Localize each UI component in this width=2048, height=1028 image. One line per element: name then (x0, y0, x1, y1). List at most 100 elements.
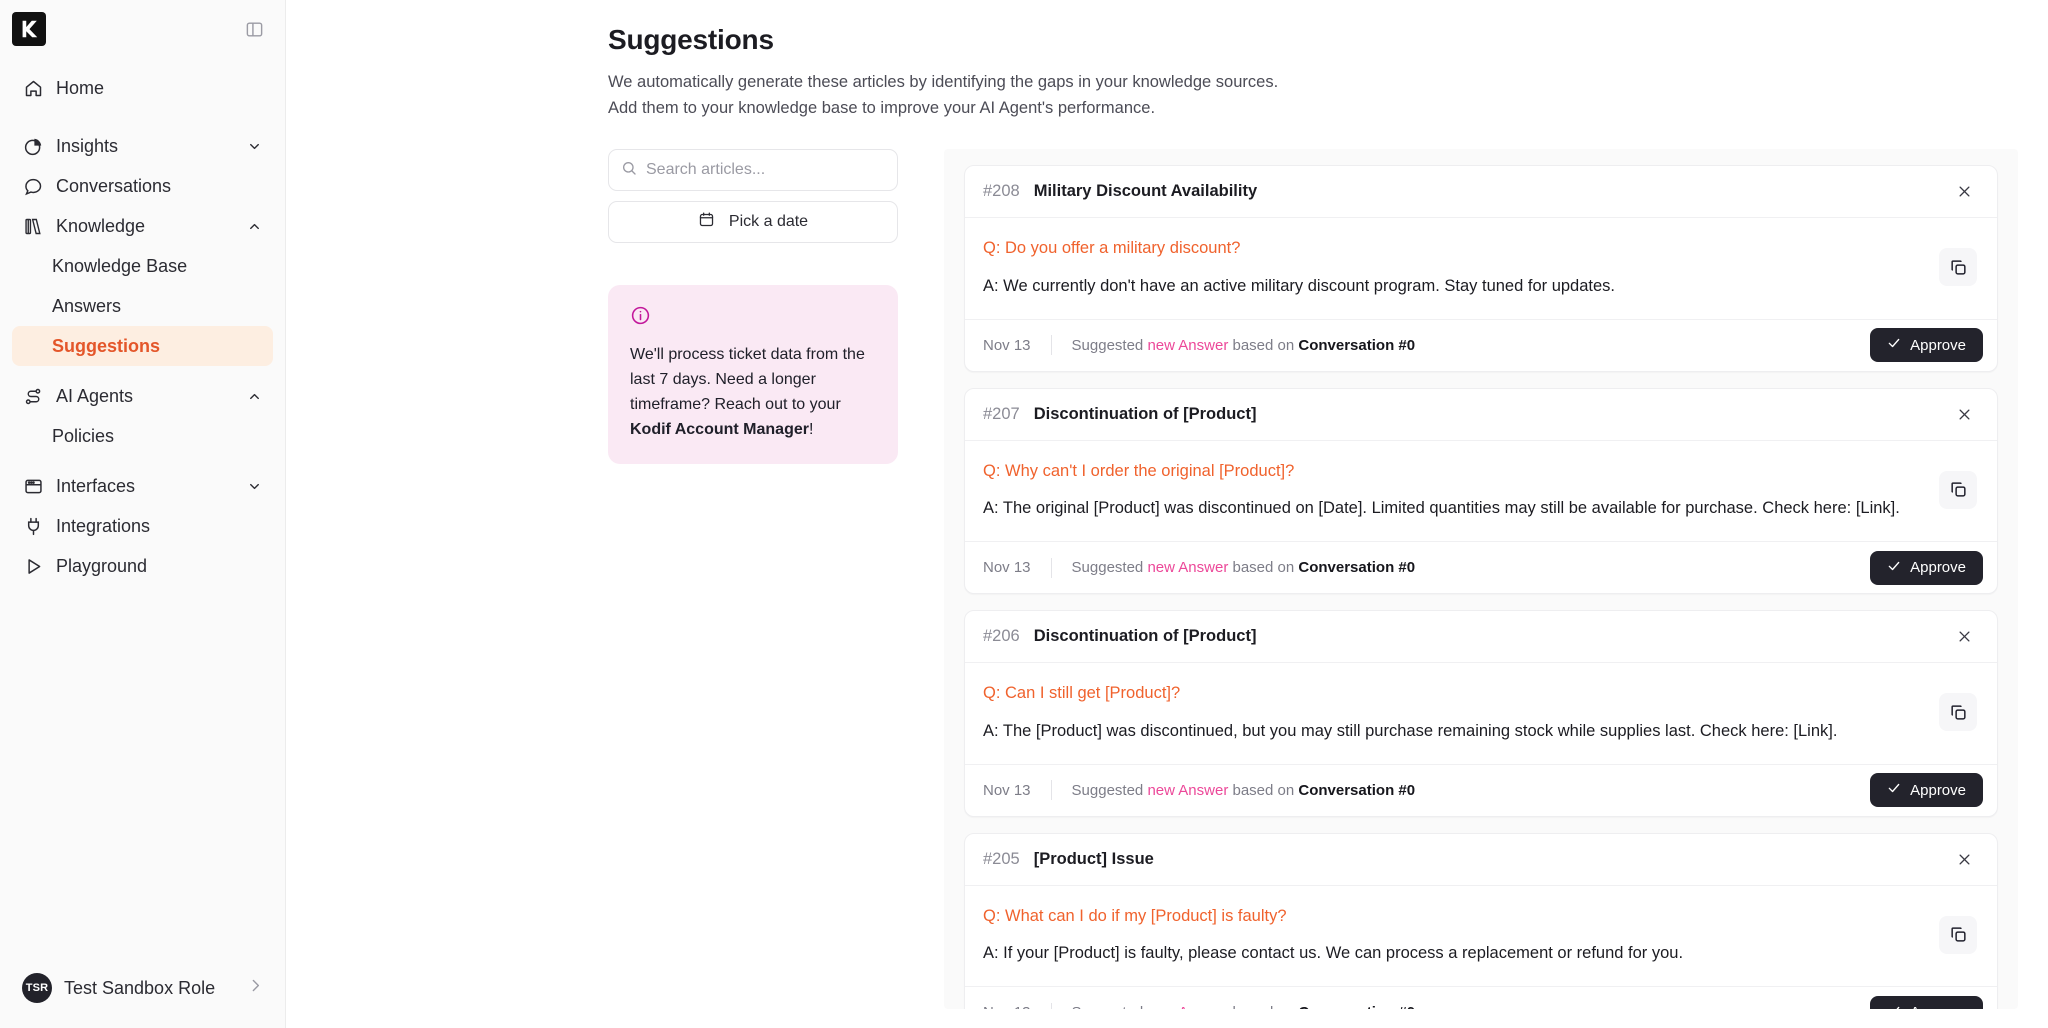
sidebar-item-conversations[interactable]: Conversations (12, 166, 273, 206)
sidebar: Home Insights Conversations Knowledge Kn… (0, 0, 286, 1028)
card-body: Q: What can I do if my [Product] is faul… (965, 886, 1997, 987)
card-date: Nov 13 (983, 1004, 1031, 1009)
check-icon (1887, 781, 1901, 799)
pick-a-date-label: Pick a date (728, 213, 809, 231)
check-icon (1887, 336, 1901, 354)
meta-strong: Conversation #0 (1298, 781, 1416, 799)
sidebar-nav: Home Insights Conversations Knowledge Kn… (0, 58, 285, 1028)
home-icon (22, 77, 44, 99)
sidebar-item-label: Playground (56, 555, 148, 576)
sidebar-subitem-label: Suggestions (52, 335, 161, 356)
card-footer: Nov 13 Suggested new Answer based on Con… (965, 318, 1997, 371)
meta-strong: Conversation #0 (1298, 336, 1416, 354)
sidebar-item-policies[interactable]: Policies (12, 416, 273, 456)
info-circle-icon (630, 305, 876, 331)
card-meta: Suggested new Answer based on Conversati… (1072, 559, 1416, 576)
approve-button[interactable]: Approve (1870, 995, 1983, 1010)
app-root: Home Insights Conversations Knowledge Kn… (0, 0, 2048, 1028)
card-date: Nov 13 (983, 781, 1031, 799)
user-name: Test Sandbox Role (64, 977, 216, 998)
sidebar-item-label: Interfaces (56, 475, 136, 496)
sidebar-item-knowledge-base[interactable]: Knowledge Base (12, 246, 273, 286)
card-body: Q: Why can't I order the original [Produ… (965, 441, 1997, 542)
meta-prefix: Suggested (1071, 336, 1148, 354)
page-title: Suggestions (608, 24, 774, 55)
divider (1050, 557, 1052, 578)
sidebar-item-suggestions[interactable]: Suggestions (12, 326, 273, 366)
close-icon[interactable] (1951, 624, 1977, 650)
suggestion-card: #205 [Product] Issue Q: What can I do if… (964, 832, 1998, 1010)
meta-highlight: new Answer (1147, 1004, 1228, 1009)
info-callout: We'll process ticket data from the last … (608, 285, 898, 465)
meta-prefix: Suggested (1071, 781, 1148, 799)
qa-block: Q: Why can't I order the original [Produ… (983, 459, 1939, 522)
approve-button[interactable]: Approve (1870, 773, 1983, 808)
sidebar-toggle-icon[interactable] (243, 18, 265, 40)
books-icon (22, 215, 44, 237)
card-body: Q: Do you offer a military discount? A: … (965, 218, 1997, 319)
card-title: Discontinuation of [Product] (1033, 404, 1257, 423)
card-title: [Product] Issue (1033, 849, 1154, 868)
avatar: TSR (22, 973, 52, 1003)
chevron-right-icon (247, 977, 264, 999)
approve-button[interactable]: Approve (1870, 328, 1983, 363)
copy-icon[interactable] (1939, 693, 1977, 732)
copy-icon[interactable] (1939, 248, 1977, 287)
chevron-down-icon (245, 137, 263, 155)
search-icon (621, 160, 637, 181)
sidebar-subitem-label: Answers (52, 295, 122, 316)
approve-label: Approve (1910, 781, 1966, 799)
suggestion-card: #206 Discontinuation of [Product] Q: Can… (964, 610, 1998, 817)
sidebar-item-ai-agents[interactable]: AI Agents (12, 376, 273, 416)
meta-highlight: new Answer (1147, 781, 1229, 799)
card-title: Military Discount Availability (1033, 182, 1258, 201)
search-box[interactable] (608, 149, 898, 192)
card-footer: Nov 13 Suggested new Answer based on Con… (965, 763, 1997, 816)
meta-highlight: new Answer (1147, 559, 1229, 577)
qa-block: Q: What can I do if my [Product] is faul… (983, 904, 1939, 967)
page-description: We automatically generate these articles… (608, 73, 1279, 117)
sidebar-item-integrations[interactable]: Integrations (12, 506, 273, 546)
sidebar-item-label: Conversations (56, 175, 172, 196)
pick-a-date-button[interactable]: Pick a date (608, 201, 898, 244)
close-icon[interactable] (1951, 846, 1977, 872)
meta-highlight: new Answer (1147, 336, 1229, 354)
app-logo[interactable] (12, 12, 46, 46)
search-input[interactable] (646, 161, 885, 180)
divider (1050, 335, 1052, 356)
flow-icon (22, 385, 44, 407)
copy-icon[interactable] (1939, 470, 1977, 509)
window-icon (22, 475, 44, 497)
chat-bubble-icon (22, 175, 44, 197)
approve-label: Approve (1910, 1004, 1966, 1009)
card-id: #207 (983, 404, 1020, 423)
close-icon[interactable] (1951, 401, 1977, 427)
meta-middle: based on (1228, 559, 1299, 577)
approve-label: Approve (1910, 336, 1966, 354)
approve-label: Approve (1910, 559, 1966, 577)
suggestions-list: #208 Military Discount Availability Q: D… (944, 149, 2018, 1010)
meta-middle: based on (1228, 1004, 1298, 1009)
card-meta: Suggested new Answer based on Conversati… (1072, 782, 1416, 799)
sidebar-item-interfaces[interactable]: Interfaces (12, 466, 273, 506)
answer-text: A: The [Product] was discontinued, but y… (983, 721, 1838, 740)
card-header: #206 Discontinuation of [Product] (965, 611, 1997, 664)
sidebar-item-answers[interactable]: Answers (12, 286, 273, 326)
sidebar-item-playground[interactable]: Playground (12, 546, 273, 586)
sidebar-item-home[interactable]: Home (12, 68, 273, 108)
approve-button[interactable]: Approve (1870, 550, 1983, 585)
user-profile-button[interactable]: TSR Test Sandbox Role (12, 966, 274, 1010)
answer-text: A: The original [Product] was discontinu… (983, 499, 1900, 518)
sidebar-subitem-label: Policies (52, 425, 115, 446)
page-header: Suggestions We automatically generate th… (286, 0, 2048, 121)
copy-icon[interactable] (1939, 915, 1977, 954)
sidebar-item-knowledge[interactable]: Knowledge (12, 206, 273, 246)
card-meta: Suggested new Answer based on Conversati… (1072, 1004, 1416, 1009)
close-icon[interactable] (1951, 179, 1977, 205)
card-date: Nov 13 (983, 559, 1031, 577)
pie-chart-icon (22, 135, 44, 157)
qa-block: Q: Can I still get [Product]? A: The [Pr… (983, 681, 1939, 744)
sidebar-item-insights[interactable]: Insights (12, 126, 273, 166)
